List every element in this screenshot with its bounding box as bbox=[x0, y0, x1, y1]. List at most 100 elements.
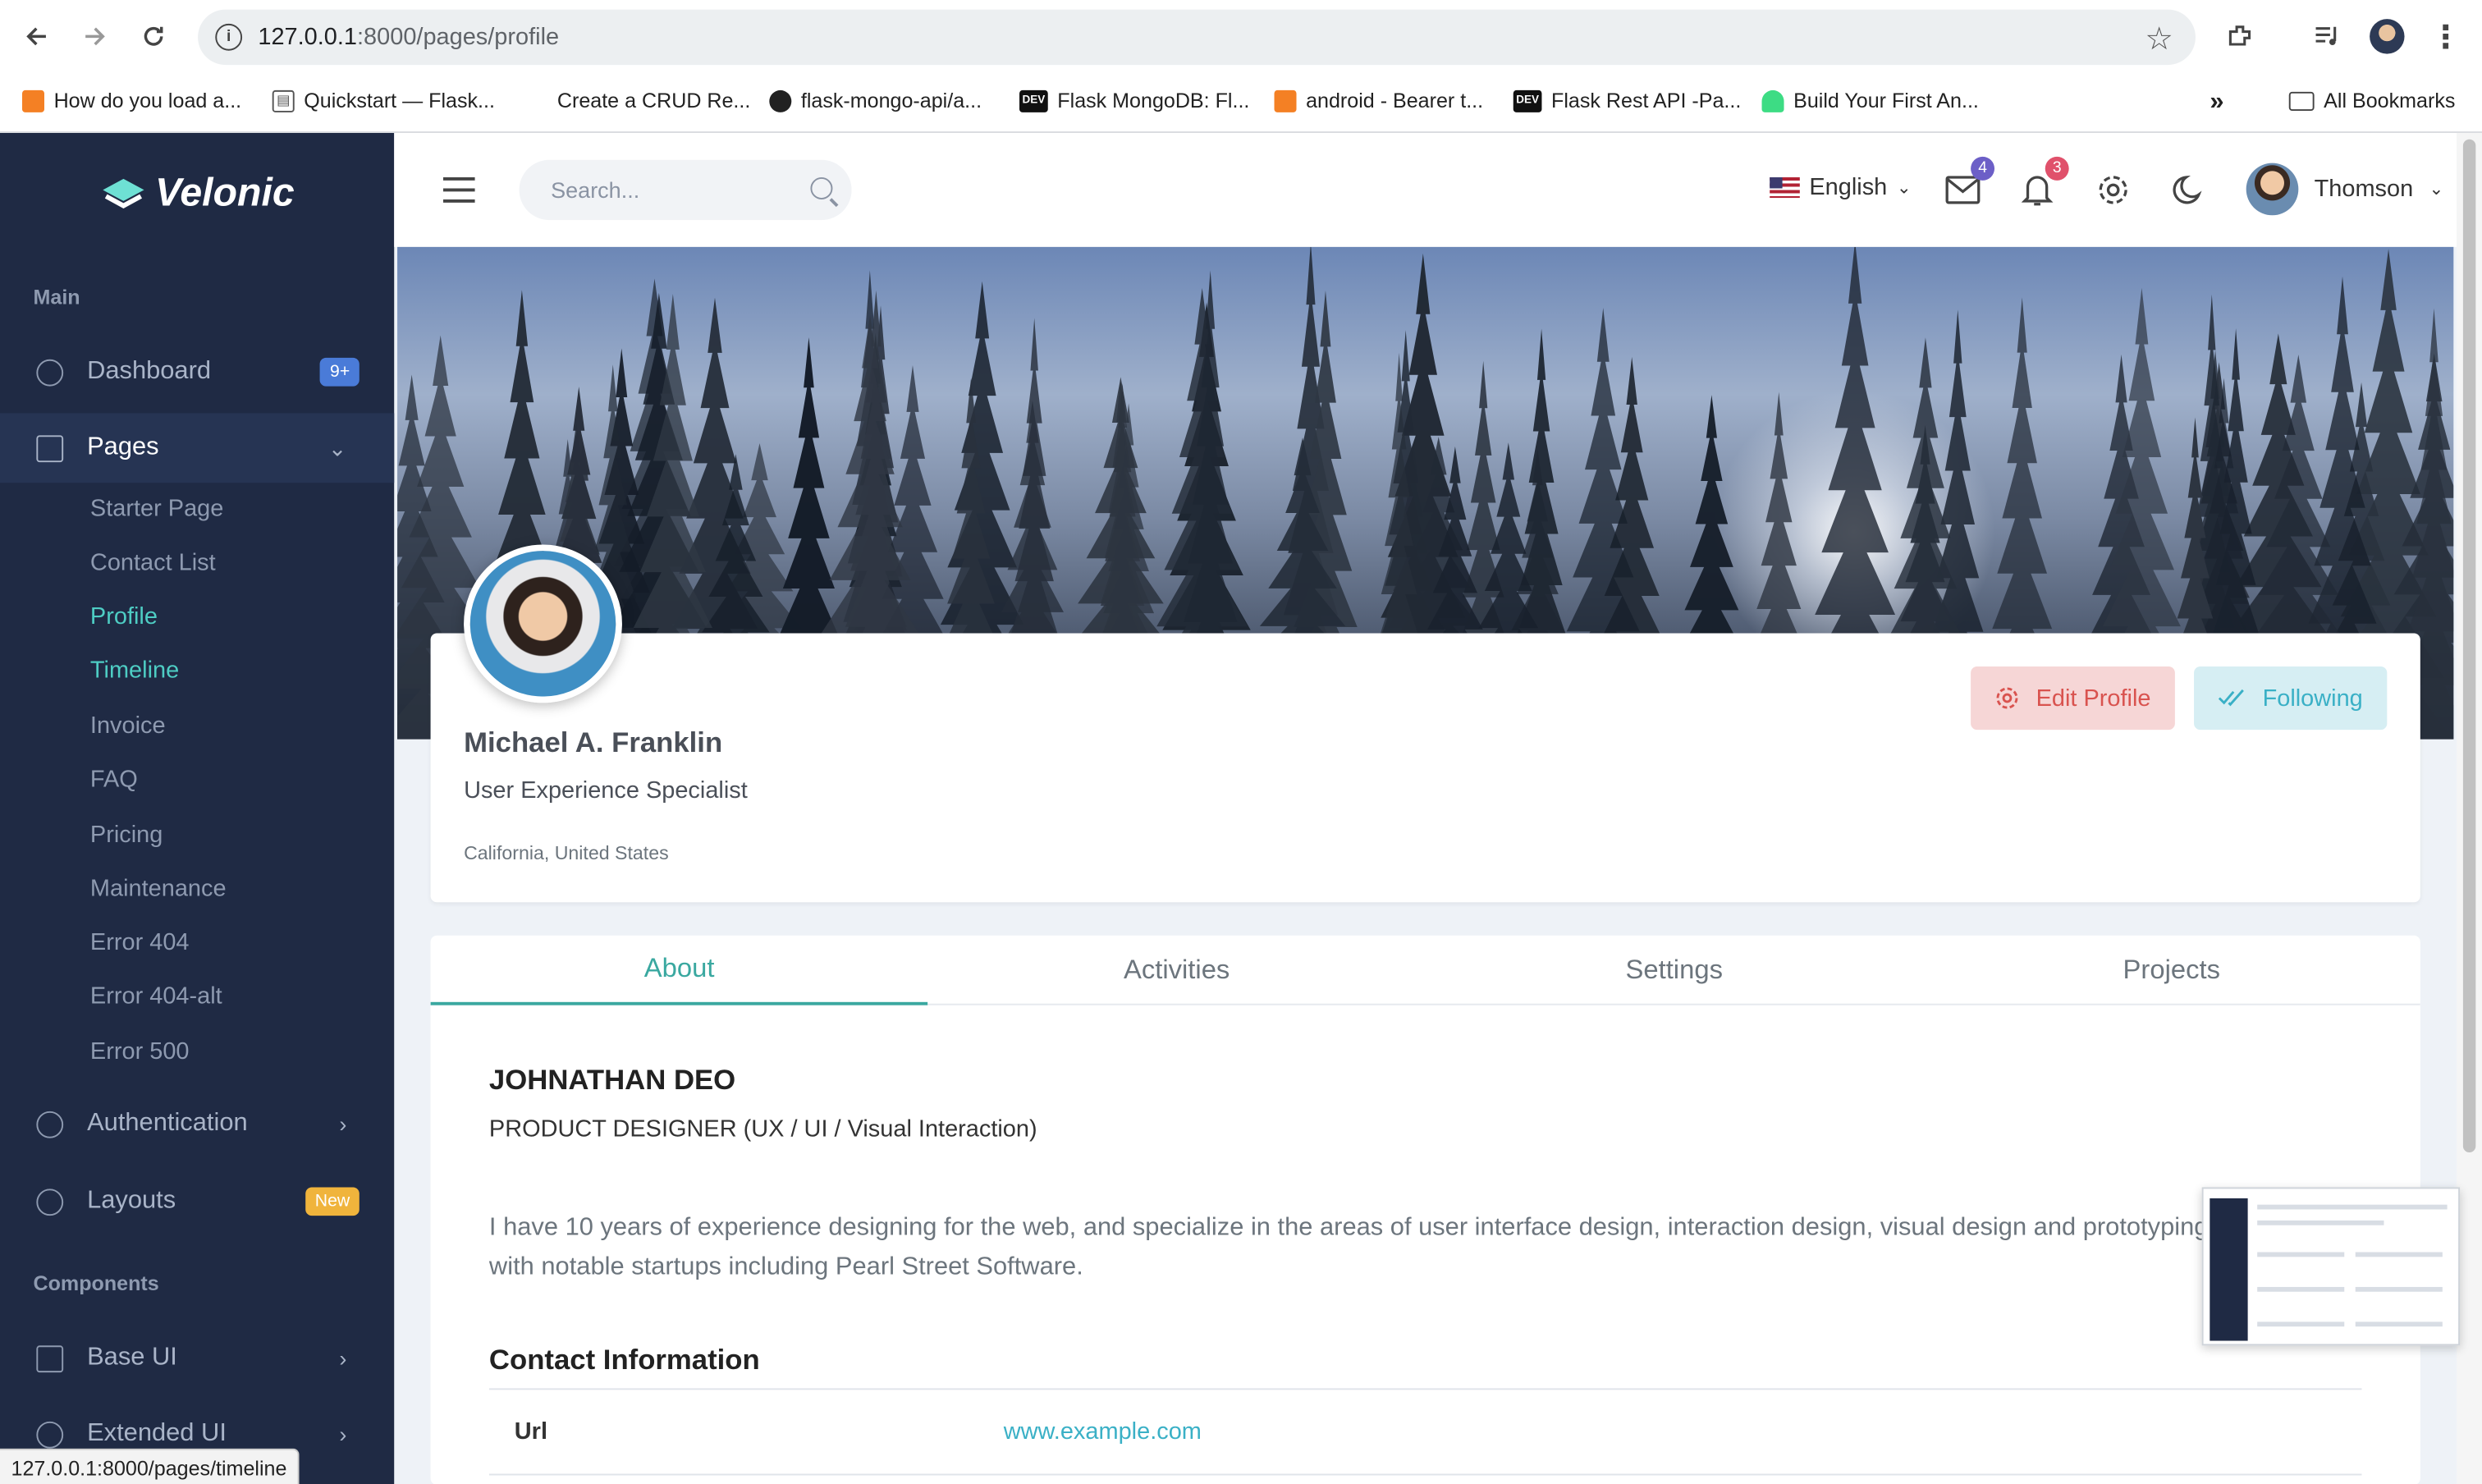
following-button[interactable]: Following bbox=[2194, 666, 2388, 731]
screen: i 127.0.0.1:8000/pages/profile ☆ ⋮ How d… bbox=[0, 0, 2482, 1484]
bookmark-item[interactable]: flask-mongo-api/a... bbox=[769, 89, 982, 112]
profile-avatar-icon[interactable] bbox=[2366, 12, 2407, 60]
sidebar-subitem[interactable]: Maintenance bbox=[90, 876, 227, 903]
sidebar-subitem-hover[interactable]: Timeline bbox=[90, 657, 179, 684]
android-icon bbox=[1761, 89, 1784, 112]
pip-row bbox=[2355, 1321, 2443, 1327]
contact-table: Url www.example.com bbox=[488, 1388, 2362, 1476]
layouts-new-badge: New bbox=[305, 1187, 359, 1216]
bookmark-item[interactable]: Build Your First An... bbox=[1761, 89, 1979, 112]
bookmark-item[interactable]: Create a CRUD Re... bbox=[525, 89, 750, 112]
contact-url-link[interactable]: www.example.com bbox=[1004, 1418, 1202, 1445]
dashboard-badge: 9+ bbox=[320, 357, 359, 387]
bell-icon[interactable]: 3 bbox=[2018, 156, 2069, 208]
pip-row bbox=[2257, 1204, 2448, 1210]
folder-icon bbox=[2288, 90, 2315, 111]
sidebar-subitem[interactable]: Error 500 bbox=[90, 1038, 190, 1065]
sidebar-item-layouts[interactable]: Layouts New bbox=[0, 1166, 394, 1236]
bookmark-item[interactable]: How do you load a... bbox=[22, 89, 241, 112]
search-input[interactable]: Search... bbox=[519, 159, 852, 221]
sidebar: Velonic Main Dashboard 9+ Pages ⌄ Starte… bbox=[0, 133, 395, 1484]
tab-settings[interactable]: Settings bbox=[1426, 936, 1923, 1005]
reload-icon[interactable] bbox=[133, 16, 174, 57]
stackoverflow-icon bbox=[22, 89, 45, 112]
sidebar-subitem[interactable]: Contact List bbox=[90, 549, 216, 576]
sidebar-item-authentication[interactable]: Authentication › bbox=[0, 1089, 394, 1159]
chevron-down-icon: ⌄ bbox=[327, 434, 347, 460]
sidebar-item-dashboard[interactable]: Dashboard 9+ bbox=[0, 337, 394, 407]
menu-toggle-icon[interactable] bbox=[443, 177, 475, 203]
gear-icon[interactable] bbox=[2095, 171, 2132, 208]
address-bar[interactable]: i 127.0.0.1:8000/pages/profile ☆ bbox=[198, 9, 2196, 66]
double-check-icon bbox=[2219, 689, 2245, 707]
user-menu[interactable]: Thomson ⌄ bbox=[2246, 163, 2444, 216]
link-status-bar: 127.0.0.1:8000/pages/timeline bbox=[0, 1448, 300, 1484]
bookmark-item[interactable]: ▤ Quickstart — Flask... bbox=[272, 89, 495, 112]
topbar: Search... English ⌄ 4 3 Thomson ⌄ bbox=[394, 133, 2457, 247]
avatar bbox=[2246, 163, 2299, 216]
back-icon[interactable] bbox=[16, 16, 57, 57]
tab-bar: About Activities Settings Projects bbox=[430, 936, 2420, 1005]
profile-avatar bbox=[464, 544, 622, 703]
all-bookmarks-button[interactable]: All Bookmarks bbox=[2288, 89, 2455, 112]
extensions-icon[interactable] bbox=[2219, 12, 2260, 60]
github-icon bbox=[769, 89, 792, 112]
forward-icon[interactable] bbox=[75, 16, 116, 57]
profile-location: California, United States bbox=[464, 842, 669, 865]
bookmark-star-icon[interactable]: ☆ bbox=[2145, 19, 2173, 58]
mail-icon[interactable]: 4 bbox=[1944, 156, 1995, 208]
authentication-icon bbox=[36, 1110, 64, 1138]
sidebar-subitem[interactable]: Error 404-alt bbox=[90, 983, 222, 1010]
briefcase-icon bbox=[36, 1344, 64, 1372]
scrollbar-thumb[interactable] bbox=[2462, 139, 2476, 1153]
pip-row bbox=[2257, 1286, 2345, 1292]
dev-icon: DEV bbox=[1513, 89, 1542, 112]
browser-menu-icon[interactable]: ⋮ bbox=[2425, 12, 2466, 60]
sidebar-subitem[interactable]: Pricing bbox=[90, 822, 163, 849]
dev-icon: DEV bbox=[1019, 89, 1048, 112]
brand-logo[interactable]: Velonic bbox=[101, 171, 295, 217]
bookmark-item[interactable]: DEV Flask MongoDB: Fl... bbox=[1019, 89, 1249, 112]
bookmark-item[interactable]: DEV Flask Rest API -Pa... bbox=[1513, 89, 1741, 112]
section-title-main: Main bbox=[33, 285, 80, 309]
pip-row bbox=[2257, 1220, 2384, 1225]
sidebar-item-pages[interactable]: Pages ⌄ bbox=[0, 413, 395, 483]
url-host: 127.0.0.1 bbox=[258, 23, 358, 51]
sidebar-subitem[interactable]: Invoice bbox=[90, 712, 166, 740]
media-control-icon[interactable] bbox=[2306, 12, 2347, 60]
about-subtitle: PRODUCT DESIGNER (UX / UI / Visual Inter… bbox=[488, 1115, 1037, 1143]
bookmark-item[interactable]: android - Bearer t... bbox=[1274, 89, 1483, 112]
extended-ui-icon bbox=[36, 1420, 64, 1448]
pip-sidebar bbox=[2210, 1198, 2248, 1341]
tab-projects[interactable]: Projects bbox=[1923, 936, 2420, 1005]
sidebar-subitem[interactable]: Starter Page bbox=[90, 496, 223, 523]
contact-info-title: Contact Information bbox=[488, 1344, 760, 1376]
pip-row bbox=[2257, 1321, 2345, 1327]
site-info-icon[interactable]: i bbox=[215, 23, 243, 51]
bookmarks-overflow-button[interactable]: » bbox=[2210, 89, 2223, 117]
language-selector[interactable]: English ⌄ bbox=[1770, 174, 1912, 201]
sidebar-item-base-ui[interactable]: Base UI › bbox=[0, 1323, 394, 1393]
mail-count-badge: 4 bbox=[1971, 156, 1995, 181]
us-flag-icon bbox=[1770, 177, 1800, 199]
page-scrollbar[interactable] bbox=[2457, 133, 2482, 1484]
sidebar-subitem-active[interactable]: Profile bbox=[90, 603, 158, 630]
chevron-right-icon: › bbox=[339, 1421, 347, 1447]
table-row: Url www.example.com bbox=[488, 1390, 2362, 1476]
blank-page-icon bbox=[525, 89, 547, 112]
contact-key: Url bbox=[514, 1418, 547, 1445]
chevron-right-icon: › bbox=[339, 1111, 347, 1137]
tab-about[interactable]: About bbox=[430, 936, 928, 1005]
moon-icon[interactable] bbox=[2170, 171, 2208, 208]
tab-activities[interactable]: Activities bbox=[928, 936, 1426, 1005]
chevron-down-icon: ⌄ bbox=[1896, 178, 1912, 199]
chevron-down-icon: ⌄ bbox=[2429, 180, 2444, 200]
docs-icon: ▤ bbox=[272, 89, 295, 112]
sidebar-subitem[interactable]: FAQ bbox=[90, 766, 138, 793]
profile-name: Michael A. Franklin bbox=[464, 726, 723, 758]
picture-in-picture-preview[interactable] bbox=[2201, 1187, 2461, 1346]
section-title-components: Components bbox=[33, 1271, 159, 1295]
profile-role: User Experience Specialist bbox=[464, 776, 748, 804]
sidebar-subitem[interactable]: Error 404 bbox=[90, 929, 190, 956]
edit-profile-button[interactable]: Edit Profile bbox=[1971, 666, 2175, 731]
